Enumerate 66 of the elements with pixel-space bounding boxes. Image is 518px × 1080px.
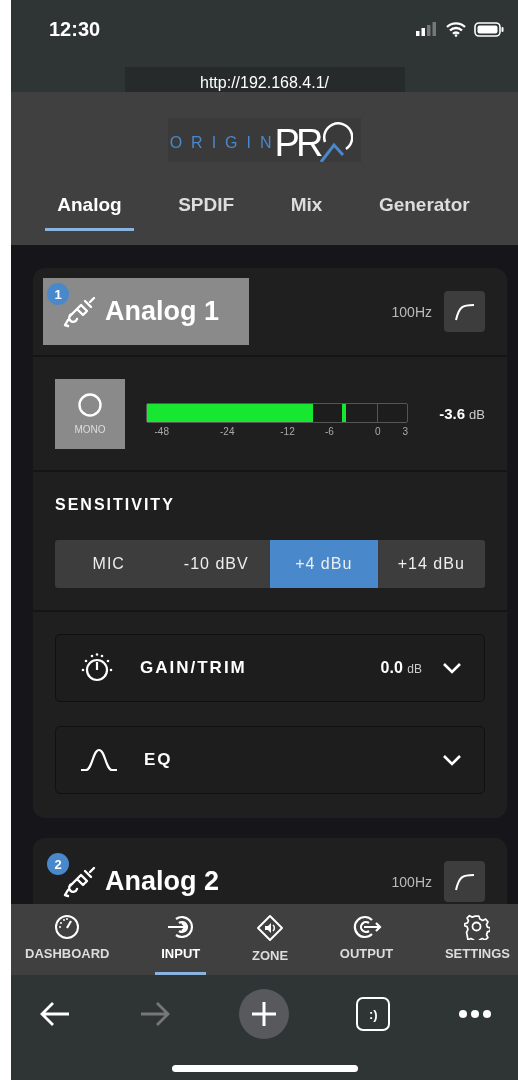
filter-curve-icon: [453, 302, 476, 321]
speaker-diamond-icon: [256, 914, 284, 942]
channel-title-background[interactable]: 1 Analog 1: [43, 278, 249, 345]
nav-item[interactable]: SETTINGS: [438, 904, 516, 975]
filter-frequency: 100Hz: [391, 873, 432, 890]
gauge-icon: [54, 914, 81, 940]
gain-unit: dB: [407, 662, 422, 676]
high-pass-filter-button[interactable]: [444, 291, 485, 332]
meter-scale-label: -6: [324, 426, 334, 437]
high-pass-filter-button[interactable]: [444, 861, 485, 902]
meter-scale-label: -48: [154, 426, 169, 437]
tab[interactable]: SPDIF: [166, 186, 247, 231]
filter-frequency: 100Hz: [391, 303, 432, 320]
gain-value: 0.0: [380, 659, 403, 676]
more-icon[interactable]: [458, 1009, 492, 1019]
tab[interactable]: Generator: [366, 186, 482, 231]
tab[interactable]: Mix: [278, 186, 335, 231]
meter-scale-label: -24: [220, 426, 235, 437]
status-time: 12:30: [49, 17, 101, 41]
mono-label: MONO: [74, 424, 106, 435]
settings-icon: [464, 914, 491, 940]
circle-icon: [77, 392, 103, 418]
chevron-down-icon: [442, 662, 462, 674]
expandable-section[interactable]: GAIN/TRIM 0.0 dB: [55, 634, 485, 702]
sensitivity-option[interactable]: MIC: [55, 540, 163, 588]
tab[interactable]: Analog: [45, 186, 134, 231]
nav-label: OUTPUT: [339, 946, 394, 961]
nav-label: ZONE: [251, 948, 289, 963]
new-tab-button[interactable]: [238, 989, 289, 1039]
knob-icon: [80, 653, 114, 683]
nav-item[interactable]: DASHBOARD: [19, 904, 116, 975]
section-label: GAIN/TRIM: [140, 658, 247, 678]
nav-label: INPUT: [161, 946, 201, 961]
channel-number-badge: 1: [47, 283, 69, 305]
nav-item[interactable]: OUTPUT: [333, 904, 400, 975]
output-arrow-icon: [351, 914, 382, 940]
jack-plug-icon: [63, 294, 97, 329]
level-reading: -3.6: [439, 405, 466, 422]
back-arrow-icon[interactable]: [39, 1001, 71, 1027]
meter-scale-label: 3: [402, 426, 409, 437]
nav-label: DASHBOARD: [25, 946, 110, 961]
wifi-icon: [446, 21, 466, 37]
level-unit: dB: [469, 407, 485, 422]
bell-curve-icon: [80, 748, 118, 772]
section-heading: SENSITIVITY: [55, 496, 175, 513]
channel-number-badge: 2: [47, 853, 69, 875]
signal-icon: [416, 22, 438, 36]
meter-scale-label: 0: [375, 426, 381, 437]
plus-icon: [249, 1000, 278, 1028]
section-label: EQ: [144, 750, 173, 770]
channel-name: Analog 2: [105, 866, 219, 897]
url-field[interactable]: http://192.168.4.1/: [124, 67, 405, 93]
expandable-section[interactable]: EQ: [55, 726, 485, 794]
input-arrow-icon: [165, 914, 196, 940]
jack-plug-icon: [63, 864, 97, 899]
filter-curve-icon: [453, 872, 476, 891]
channel-title-background[interactable]: 2 Analog 2: [43, 848, 249, 904]
nav-item[interactable]: ZONE: [245, 904, 295, 975]
channel-name: Analog 1: [105, 296, 219, 327]
tabs-button[interactable]: :): [356, 997, 391, 1031]
sensitivity-option[interactable]: +14 dBu: [377, 540, 485, 588]
nav-label: SETTINGS: [444, 946, 510, 961]
sensitivity-option[interactable]: -10 dBV: [162, 540, 270, 588]
battery-icon: [474, 21, 504, 37]
meter-scale-label: -12: [280, 426, 295, 437]
chevron-down-icon: [442, 754, 462, 766]
